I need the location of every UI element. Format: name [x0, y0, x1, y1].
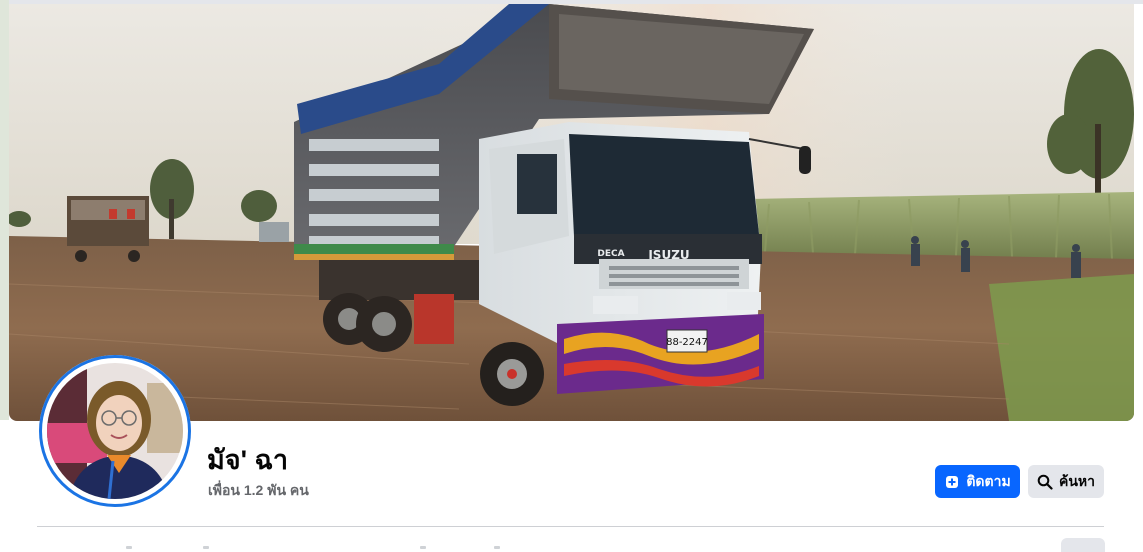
- svg-text:DECA: DECA: [597, 249, 624, 259]
- friends-count[interactable]: เพื่อน 1.2 พัน คน: [208, 481, 309, 499]
- profile-header-divider: [37, 526, 1104, 527]
- avatar-ring: [39, 355, 191, 507]
- follow-button[interactable]: ติดตาม: [935, 465, 1020, 498]
- cover-photo[interactable]: 88-2247 ISUZU DECA: [9, 4, 1134, 421]
- svg-text:88-2247: 88-2247: [666, 337, 708, 348]
- follow-icon: [944, 474, 960, 490]
- follow-label: ติดตาม: [966, 472, 1011, 489]
- search-label: ค้นหา: [1058, 472, 1096, 489]
- profile-name: มัจ' ฉา: [207, 445, 289, 475]
- window-left-edge: [0, 0, 9, 420]
- profile-avatar[interactable]: [39, 355, 191, 507]
- profile-tabs-row: [0, 538, 1143, 549]
- search-icon: [1037, 474, 1053, 490]
- cover-photo-image: 88-2247 ISUZU DECA: [9, 4, 1134, 421]
- more-options-button[interactable]: [1061, 538, 1105, 552]
- search-button[interactable]: ค้นหา: [1028, 465, 1104, 498]
- svg-text:ISUZU: ISUZU: [648, 248, 689, 262]
- avatar-photo: [47, 363, 183, 499]
